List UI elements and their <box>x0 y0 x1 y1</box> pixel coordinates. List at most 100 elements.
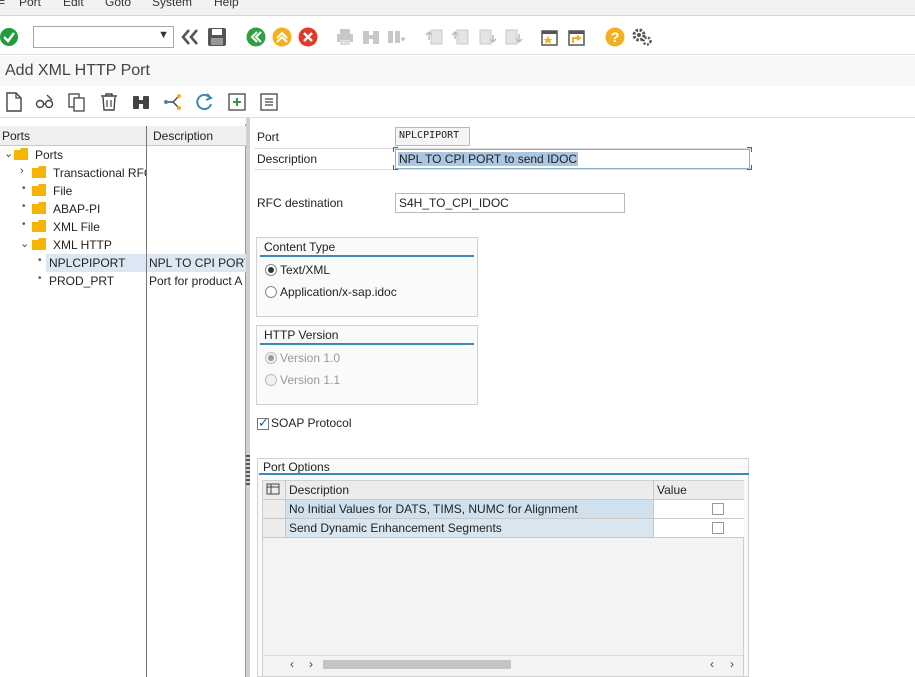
application-toolbar <box>0 86 915 118</box>
tree-label: File <box>53 184 73 198</box>
column-header-description[interactable]: Description <box>286 481 654 500</box>
find-next-icon <box>386 27 406 47</box>
option-checkbox[interactable] <box>712 503 724 515</box>
change-glasses-icon[interactable] <box>35 92 55 112</box>
scroll-thumb[interactable] <box>323 660 511 669</box>
chevron-down-icon[interactable]: ⌄ <box>20 237 29 250</box>
soap-protocol-label[interactable]: SOAP Protocol <box>271 416 351 430</box>
exit-icon[interactable] <box>272 27 292 47</box>
back-icon[interactable] <box>246 27 266 47</box>
radio-text-xml-label[interactable]: Text/XML <box>280 263 330 277</box>
scroll-left-icon[interactable]: ‹ <box>290 657 294 671</box>
tree-node-xml-http[interactable]: ⌄ XML HTTP <box>0 236 246 254</box>
radio-application-idoc[interactable] <box>265 286 277 298</box>
port-tree: Ports Description ⌄ Ports › Transactiona… <box>0 124 246 677</box>
leaf-dot: • <box>38 273 42 284</box>
focus-corner <box>393 147 398 152</box>
where-used-icon[interactable] <box>163 92 183 112</box>
double-chevron-left-icon[interactable] <box>180 27 200 47</box>
tree-description: Port for product A <box>149 274 243 288</box>
tree-node-transactional-rfc[interactable]: › Transactional RFC <box>0 164 246 182</box>
tree-col-ports[interactable]: Ports <box>2 129 30 143</box>
collapse-tree-icon[interactable] <box>259 92 279 112</box>
tree-node-file[interactable]: • File <box>0 182 246 200</box>
rfc-destination-input[interactable]: S4H_TO_CPI_IDOC <box>395 193 625 213</box>
tree-description: NPL TO CPI PORT <box>149 256 245 270</box>
row-selector[interactable] <box>263 519 286 538</box>
tree-node-abap-pi[interactable]: • ABAP-PI <box>0 200 246 218</box>
folder-open-icon <box>14 148 29 160</box>
leaf-dot: • <box>38 255 42 266</box>
table-cell-value <box>654 500 744 519</box>
folder-icon <box>32 202 47 214</box>
tree-label: NPLCPIPORT <box>49 256 126 270</box>
port-field: NPLCPIPORT <box>395 127 470 146</box>
row-selector[interactable] <box>263 500 286 519</box>
http-version-title: HTTP Version <box>264 328 339 342</box>
refresh-icon[interactable] <box>195 92 215 112</box>
pane-splitter[interactable] <box>246 118 250 677</box>
scroll-right-icon[interactable]: › <box>309 657 313 671</box>
menu-system[interactable]: System <box>152 0 192 9</box>
focus-corner <box>393 165 398 170</box>
menu-goto[interactable]: Goto <box>105 0 131 9</box>
rfc-destination-label: RFC destination <box>257 196 344 210</box>
chevron-down-icon[interactable]: ▼ <box>158 29 169 41</box>
page-title: Add XML HTTP Port <box>5 62 150 79</box>
leaf-dot: • <box>22 183 26 194</box>
menu-help[interactable]: Help <box>214 0 239 9</box>
radio-application-idoc-label[interactable]: Application/x-sap.idoc <box>280 285 397 299</box>
group-underline <box>259 473 749 475</box>
first-page-icon <box>425 27 445 47</box>
title-bar: Add XML HTTP Port <box>0 56 915 86</box>
splitter-grip[interactable] <box>246 455 250 485</box>
create-document-icon[interactable] <box>4 92 24 112</box>
folder-icon <box>32 184 47 196</box>
tree-node-nplcpiport[interactable]: • NPLCPIPORT NPL TO CPI PORT <box>0 254 246 272</box>
command-field[interactable]: ▼ <box>33 26 174 48</box>
radio-version-1-0 <box>265 352 277 364</box>
folder-icon <box>32 220 47 232</box>
table-cell-description: No Initial Values for DATS, TIMS, NUMC f… <box>286 500 654 519</box>
tree-node-xml-file[interactable]: • XML File <box>0 218 246 236</box>
http-version-group: HTTP Version Version 1.0 Version 1.1 <box>256 325 478 405</box>
shortcut-icon[interactable] <box>567 27 587 47</box>
save-icon[interactable] <box>207 27 227 47</box>
menu-edit[interactable]: Edit <box>63 0 84 9</box>
copy-icon[interactable] <box>67 92 87 112</box>
radio-version-1-0-label: Version 1.0 <box>280 351 341 365</box>
focus-corner <box>747 147 752 152</box>
folder-open-icon <box>32 238 47 250</box>
tree-node-prod-prt[interactable]: • PROD_PRT Port for product A <box>0 272 246 290</box>
scroll-left-icon[interactable]: ‹ <box>710 657 714 671</box>
scroll-right-icon[interactable]: › <box>730 657 734 671</box>
table-settings-icon[interactable] <box>263 481 286 500</box>
menu-port[interactable]: Port <box>19 0 41 9</box>
description-label: Description <box>257 152 318 166</box>
svg-text:?: ? <box>611 29 620 45</box>
settings-gear-icon[interactable] <box>631 27 652 47</box>
description-input[interactable]: NPL TO CPI PORT to send IDOC <box>395 149 750 169</box>
help-icon[interactable]: ? <box>605 27 625 47</box>
tree-node-ports[interactable]: ⌄ Ports <box>0 146 246 164</box>
focus-corner <box>747 165 752 170</box>
enter-check-icon[interactable] <box>0 27 20 47</box>
system-toolbar: ▼ ? <box>0 17 915 55</box>
port-options-table: Description Value No Initial Values for … <box>262 480 744 677</box>
expand-tree-icon[interactable] <box>227 92 247 112</box>
leaf-dot: • <box>22 219 26 230</box>
radio-version-1-1-label: Version 1.1 <box>280 373 341 387</box>
binoculars-icon[interactable] <box>131 92 151 112</box>
new-session-icon[interactable] <box>540 27 560 47</box>
chevron-down-icon[interactable]: ⌄ <box>4 147 13 160</box>
delete-trash-icon[interactable] <box>99 92 119 112</box>
chevron-right-icon[interactable]: › <box>20 165 24 177</box>
next-page-icon <box>477 27 497 47</box>
horizontal-scrollbar[interactable]: ‹ › ‹ › <box>263 655 743 673</box>
radio-text-xml[interactable] <box>265 264 277 276</box>
cancel-icon[interactable] <box>298 27 318 47</box>
column-header-value[interactable]: Value <box>654 481 744 500</box>
soap-protocol-checkbox[interactable] <box>257 415 269 431</box>
tree-col-description[interactable]: Description <box>153 129 213 143</box>
option-checkbox[interactable] <box>712 522 724 534</box>
